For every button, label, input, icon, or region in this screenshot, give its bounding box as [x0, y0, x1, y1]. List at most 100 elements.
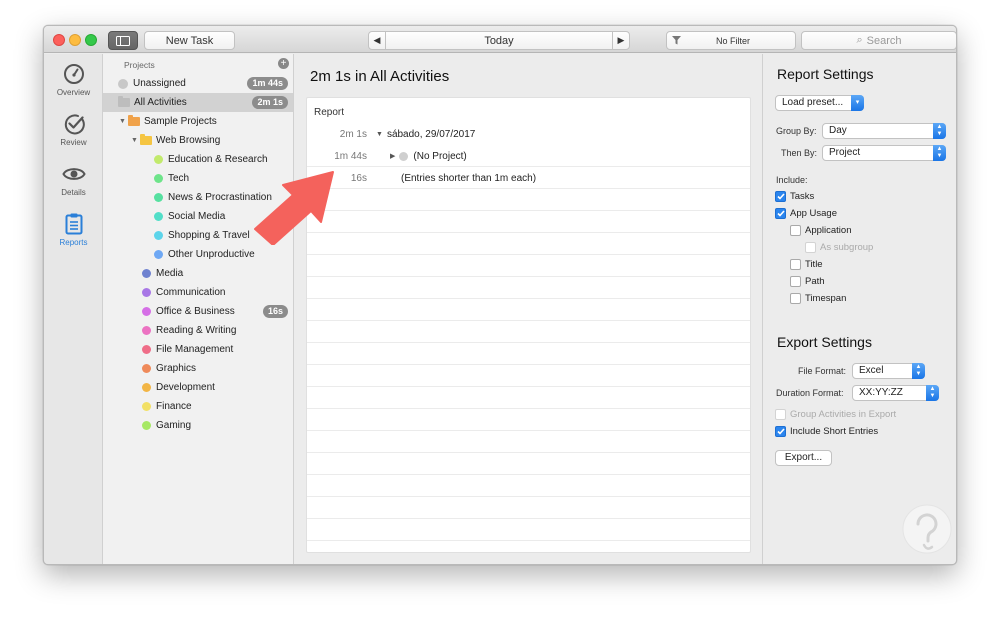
- checkbox-unchecked-icon: [790, 225, 801, 236]
- disclosure-triangle-icon[interactable]: ▼: [131, 137, 140, 144]
- include-short-entries-checkbox[interactable]: Include Short Entries: [775, 426, 878, 437]
- watermark-logo: [902, 504, 952, 554]
- duration-format-select[interactable]: XX:YY:ZZ ▲ ▼: [852, 385, 939, 401]
- project-item-graphics[interactable]: Graphics: [103, 359, 293, 378]
- project-item-development[interactable]: Development: [103, 378, 293, 397]
- nav-details-label: Details: [61, 188, 86, 197]
- report-view: 2m 1s in All Activities Report 2m 1s ▼ s…: [295, 54, 761, 564]
- report-header: Report: [314, 107, 345, 118]
- checkbox-label: Include Short Entries: [790, 426, 879, 437]
- project-label: All Activities: [134, 97, 187, 108]
- annotation-arrow-icon: [254, 171, 334, 245]
- projects-header: Projects: [124, 60, 155, 70]
- group-activities-checkbox[interactable]: Group Activities in Export: [775, 409, 896, 420]
- nav-reports[interactable]: Reports: [44, 212, 103, 258]
- project-item-reading-writing[interactable]: Reading & Writing: [103, 321, 293, 340]
- eye-icon: [61, 168, 86, 180]
- include-timespan-checkbox[interactable]: Timespan: [790, 293, 846, 304]
- include-path-checkbox[interactable]: Path: [790, 276, 825, 287]
- new-task-button[interactable]: New Task: [144, 31, 235, 50]
- report-row-day[interactable]: 2m 1s ▼ sábado, 29/07/2017: [307, 123, 750, 145]
- project-item-unassigned[interactable]: Unassigned 1m 44s: [103, 74, 293, 93]
- nav-review[interactable]: Review: [44, 112, 103, 158]
- close-window-button[interactable]: [53, 34, 65, 46]
- filter-button[interactable]: No Filter: [666, 31, 796, 50]
- project-color-dot: [142, 269, 151, 278]
- project-label: Unassigned: [133, 78, 186, 89]
- include-application-checkbox[interactable]: Application: [790, 225, 851, 236]
- project-label: Media: [156, 268, 184, 279]
- include-tasks-checkbox[interactable]: Tasks: [775, 191, 814, 202]
- plus-icon: +: [280, 58, 287, 69]
- project-color-dot: [154, 250, 163, 259]
- project-color-dot: [154, 193, 163, 202]
- search-field[interactable]: ⌕ Search: [801, 31, 956, 50]
- disclosure-triangle-icon[interactable]: ▼: [376, 131, 383, 138]
- group-by-value: Day: [829, 125, 847, 136]
- nav-review-label: Review: [60, 138, 87, 147]
- project-color-dot: [142, 364, 151, 373]
- project-color-dot: [154, 231, 163, 240]
- nav-overview[interactable]: Overview: [44, 62, 103, 108]
- checkbox-label: Title: [805, 259, 823, 270]
- project-item-office-business[interactable]: Office & Business 16s: [103, 302, 293, 321]
- nav-details[interactable]: Details: [44, 162, 103, 208]
- project-item-media[interactable]: Media: [103, 264, 293, 283]
- project-item-communication[interactable]: Communication: [103, 283, 293, 302]
- checkbox-unchecked-icon: [775, 409, 786, 420]
- load-preset-popup[interactable]: Load preset... ▾: [775, 95, 864, 111]
- checkbox-unchecked-icon: [790, 276, 801, 287]
- chevron-left-icon: ◀: [373, 35, 381, 45]
- sidebar-icon: [116, 35, 130, 46]
- project-color-dot: [154, 155, 163, 164]
- date-selector[interactable]: Today: [385, 31, 613, 50]
- project-label: Web Browsing: [156, 135, 221, 146]
- disclosure-triangle-icon[interactable]: ▼: [119, 118, 128, 125]
- duration-format-label: Duration Format:: [776, 388, 844, 398]
- file-format-select[interactable]: Excel ▲ ▼: [852, 363, 925, 379]
- export-button[interactable]: Export...: [775, 450, 832, 466]
- toolbar: New Task ◀ Today ▶ No Filter ⌕ Search: [44, 26, 956, 53]
- project-label: Gaming: [156, 420, 192, 431]
- nav-reports-label: Reports: [59, 238, 88, 247]
- then-by-value: Project: [829, 147, 861, 158]
- stepper-arrows-icon: ▲ ▼: [933, 145, 946, 161]
- report-row-short-entries[interactable]: 16s (Entries shorter than 1m each): [307, 167, 750, 189]
- file-format-label: File Format:: [798, 366, 847, 376]
- stepper-arrows-icon: ▲ ▼: [933, 123, 946, 139]
- project-item-finance[interactable]: Finance: [103, 397, 293, 416]
- include-title-checkbox[interactable]: Title: [790, 259, 823, 270]
- filter-icon: [672, 36, 681, 45]
- minimize-window-button[interactable]: [69, 34, 81, 46]
- project-item-file-management[interactable]: File Management: [103, 340, 293, 359]
- view-switcher: Overview Review Details Reports: [44, 54, 103, 564]
- sidebar-toggle-button[interactable]: [108, 31, 138, 50]
- clipboard-icon: [65, 213, 82, 235]
- report-row-no-project[interactable]: 1m 44s ▶ (No Project): [307, 145, 750, 167]
- as-subgroup-checkbox[interactable]: As subgroup: [805, 242, 873, 253]
- checkbox-label: Group Activities in Export: [790, 409, 897, 420]
- row-label: (Entries shorter than 1m each): [401, 172, 537, 184]
- project-label: Social Media: [168, 211, 226, 222]
- project-item-gaming[interactable]: Gaming: [103, 416, 293, 435]
- add-project-button[interactable]: +: [278, 58, 289, 69]
- export-settings-title: Export Settings: [777, 334, 872, 350]
- disclosure-triangle-icon[interactable]: ▶: [390, 152, 395, 160]
- duration-format-value: XX:YY:ZZ: [859, 387, 903, 398]
- project-item-other-unproductive[interactable]: Other Unproductive: [103, 245, 293, 264]
- chevron-right-icon: ▶: [617, 35, 625, 45]
- project-item-all-activities[interactable]: All Activities 2m 1s: [103, 93, 293, 112]
- checkbox-unchecked-icon: [790, 293, 801, 304]
- group-by-select[interactable]: Day ▲ ▼: [822, 123, 946, 139]
- previous-date-button[interactable]: ◀: [368, 31, 386, 50]
- next-date-button[interactable]: ▶: [612, 31, 630, 50]
- search-placeholder: Search: [866, 34, 902, 47]
- include-app-usage-checkbox[interactable]: App Usage: [775, 208, 837, 219]
- then-by-label: Then By:: [781, 148, 818, 158]
- project-color-dot: [142, 402, 151, 411]
- zoom-window-button[interactable]: [85, 34, 97, 46]
- gauge-icon: [63, 64, 84, 84]
- project-item-web-browsing[interactable]: ▼ Web Browsing: [103, 131, 293, 150]
- then-by-select[interactable]: Project ▲ ▼: [822, 145, 946, 161]
- project-item-sample-projects[interactable]: ▼ Sample Projects: [103, 112, 293, 131]
